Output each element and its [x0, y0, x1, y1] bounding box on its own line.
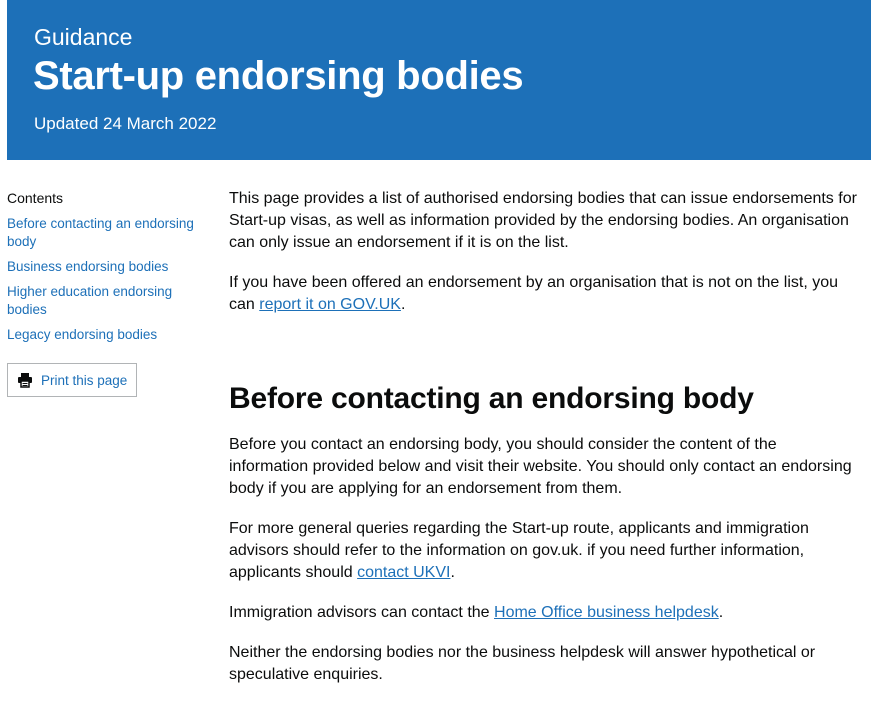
- business-helpdesk-link[interactable]: Home Office business helpdesk: [494, 604, 719, 621]
- print-page-button[interactable]: Print this page: [7, 363, 137, 397]
- contents-link-legacy-bodies[interactable]: Legacy endorsing bodies: [7, 326, 212, 344]
- contents-sidebar: Contents Before contacting an endorsing …: [7, 188, 212, 397]
- report-link[interactable]: report it on GOV.UK: [259, 296, 401, 313]
- intro-paragraph: This page provides a list of authorised …: [229, 190, 857, 251]
- updated-date: Updated 24 March 2022: [34, 114, 217, 133]
- contents-heading: Contents: [7, 190, 64, 206]
- contents-link-higher-education-bodies[interactable]: Higher education endorsing bodies: [7, 283, 212, 319]
- contents-link-business-bodies[interactable]: Business endorsing bodies: [7, 258, 212, 276]
- contact-ukvi-link[interactable]: contact UKVI: [357, 564, 450, 581]
- report-text-end: .: [400, 296, 406, 313]
- document-type-label: Guidance: [34, 24, 133, 50]
- section-paragraph-2: For more general queries regarding the S…: [229, 518, 859, 584]
- report-paragraph: If you have been offered an endorsement …: [229, 272, 859, 316]
- section-paragraph-4: Neither the endorsing bodies nor the bus…: [229, 644, 816, 683]
- contents-link-before-contacting[interactable]: Before contacting an endorsing body: [7, 215, 212, 251]
- main-content: This page provides a list of authorised …: [229, 188, 859, 704]
- section-paragraph-1: Before you contact an endorsing body, yo…: [229, 436, 852, 497]
- section-heading-before-contacting: Before contacting an endorsing body: [229, 382, 754, 415]
- advisors-text: Immigration advisors can contact the: [229, 604, 495, 621]
- printer-icon: [18, 373, 32, 388]
- page-header-banner: Guidance Start-up endorsing bodies Updat…: [7, 0, 871, 160]
- contents-list: Before contacting an endorsing body Busi…: [7, 215, 212, 344]
- general-queries-text: For more general queries regarding the S…: [229, 520, 809, 581]
- general-queries-text-end: .: [450, 564, 455, 581]
- advisors-text-end: .: [718, 604, 724, 621]
- print-page-label: Print this page: [41, 372, 128, 388]
- section-paragraph-3: Immigration advisors can contact the Hom…: [229, 602, 859, 624]
- page-title: Start-up endorsing bodies: [33, 54, 524, 98]
